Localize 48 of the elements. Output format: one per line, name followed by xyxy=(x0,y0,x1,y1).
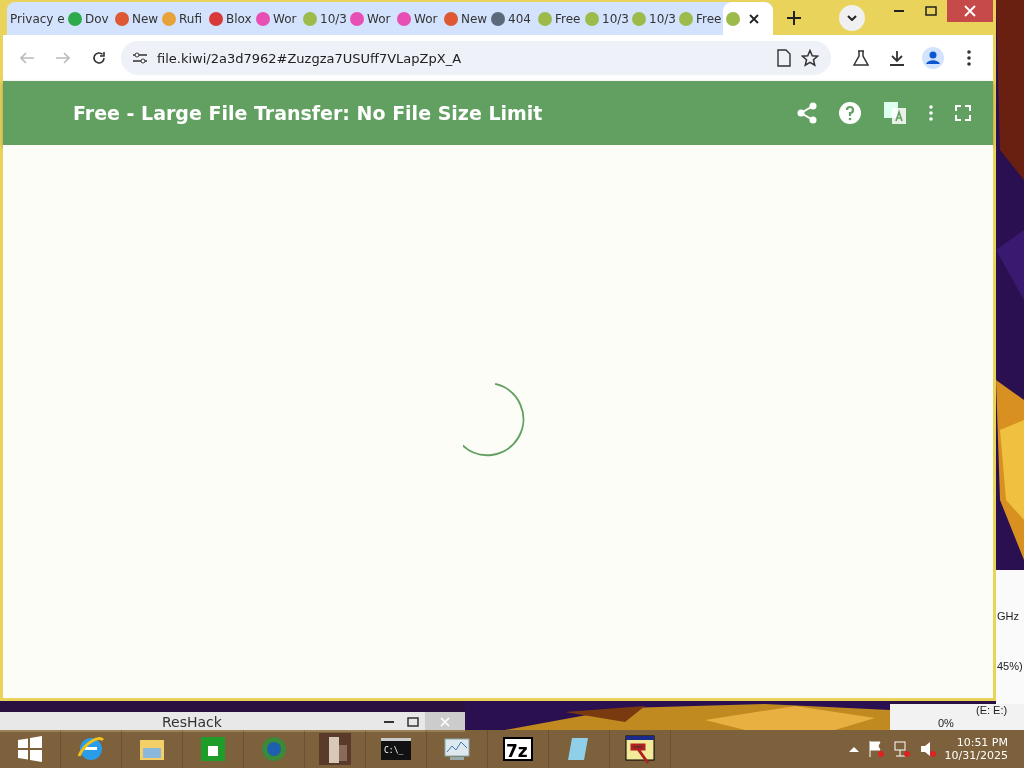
browser-tab[interactable]: Free xyxy=(676,2,723,35)
panel-text: 45%) xyxy=(997,660,1023,672)
browser-tab[interactable]: 10/3 xyxy=(629,2,676,35)
translate-icon[interactable] xyxy=(883,101,907,125)
clock[interactable]: 10:51 PM 10/31/2025 xyxy=(944,736,1008,762)
plus-icon xyxy=(787,10,801,25)
close-icon xyxy=(964,5,976,17)
more-icon[interactable] xyxy=(929,105,933,121)
address-bar[interactable]: file.kiwi/2a3d7962#Zuzgza7USUff7VLapZpX_A xyxy=(121,41,831,75)
page-title: Free - Large File Transfer: No File Size Limit xyxy=(73,102,544,124)
archive-logo-icon[interactable]: 7z xyxy=(503,734,533,764)
profile-avatar-icon[interactable] xyxy=(919,44,947,72)
caret-up-icon[interactable] xyxy=(848,746,859,752)
close-button[interactable] xyxy=(947,0,993,22)
flag-icon[interactable] xyxy=(866,740,885,758)
browser-tab[interactable]: 10/3 xyxy=(582,2,629,35)
browser-tab[interactable]: Rufi xyxy=(159,2,206,35)
browser-tab[interactable]: New xyxy=(441,2,488,35)
network-icon[interactable] xyxy=(892,740,911,758)
browser-tab[interactable]: Wor xyxy=(253,2,300,35)
windows-logo-icon[interactable] xyxy=(17,736,43,762)
chevron-down-icon xyxy=(847,14,857,21)
fullscreen-icon[interactable] xyxy=(955,105,971,121)
browser-tab[interactable]: 10/3 xyxy=(300,2,347,35)
browser-tab[interactable]: Blox xyxy=(206,2,253,35)
document-icon[interactable] xyxy=(777,49,791,67)
browser-tab[interactable]: Wor xyxy=(394,2,441,35)
panel-text: GHz xyxy=(997,610,1019,622)
store-bag-icon[interactable] xyxy=(198,734,228,764)
url-text: file.kiwi/2a3d7962#Zuzgza7USUff7VLapZpX_A xyxy=(157,50,463,66)
site-settings-icon[interactable] xyxy=(133,52,147,64)
help-icon[interactable] xyxy=(839,102,861,124)
browser-tab[interactable] xyxy=(723,2,773,35)
close-icon[interactable] xyxy=(749,13,759,24)
browser-tab[interactable]: Wor xyxy=(347,2,394,35)
browser-tab[interactable]: Free xyxy=(535,2,582,35)
panel-text: 0% xyxy=(938,717,954,729)
window-title: ResHack xyxy=(162,714,223,730)
browser-tab[interactable]: New xyxy=(112,2,159,35)
hammer-window-icon[interactable] xyxy=(624,733,656,765)
share-icon[interactable] xyxy=(797,102,817,124)
browser-tab[interactable]: 404 xyxy=(488,2,535,35)
browser-tab[interactable]: Dov xyxy=(65,2,112,35)
panel-text: (E: E:) xyxy=(976,704,1008,716)
tab-search-button[interactable] xyxy=(839,4,865,31)
speaker-icon[interactable] xyxy=(918,740,937,758)
star-icon[interactable] xyxy=(801,49,819,67)
browser-tab[interactable]: Privacy e xyxy=(7,2,65,35)
